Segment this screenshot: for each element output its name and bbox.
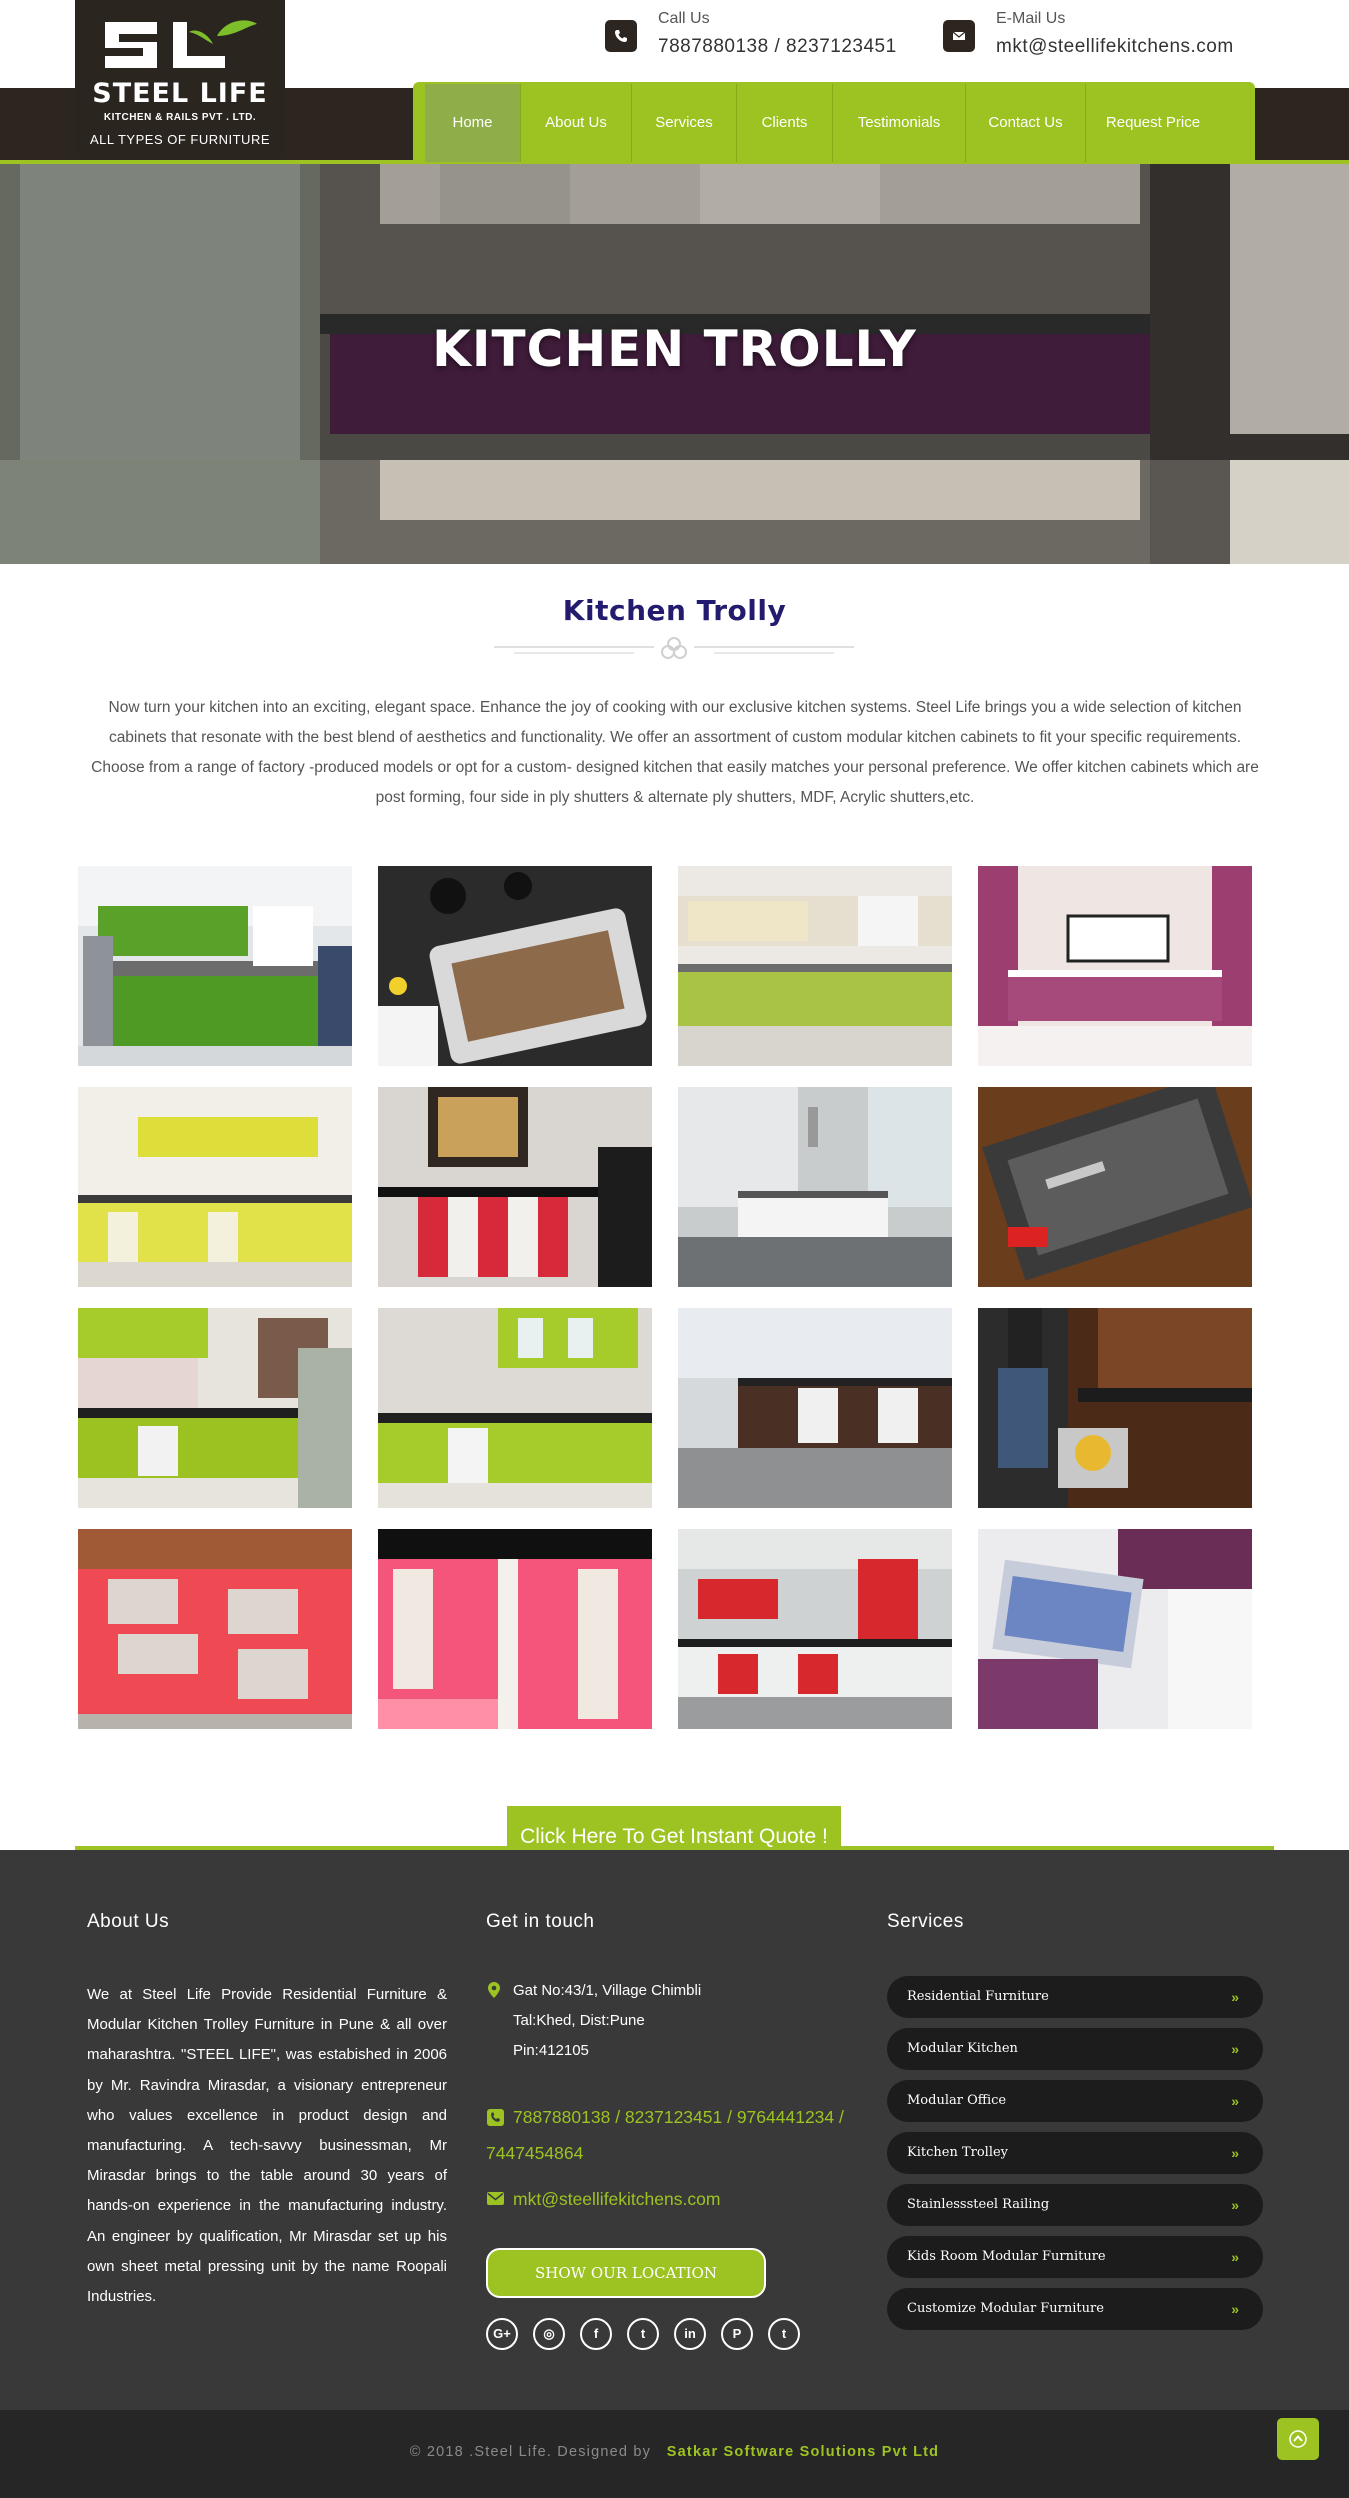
email-us-label: E-Mail Us bbox=[996, 10, 1066, 27]
double-chevron-right-icon: » bbox=[1231, 2249, 1239, 2265]
hero-banner: KITCHEN TROLLY bbox=[0, 164, 1349, 564]
gallery-image[interactable] bbox=[378, 1529, 652, 1729]
nav-services[interactable]: Services bbox=[632, 84, 737, 162]
call-us-block: Call Us 7887880138 / 8237123451 bbox=[605, 8, 935, 64]
logo-subtitle: KITCHEN & RAILS PVT . LTD. bbox=[103, 112, 257, 123]
service-link-kitchen-trolley[interactable]: Kitchen Trolley » bbox=[887, 2132, 1263, 2174]
footer-about-title: About Us bbox=[87, 1911, 170, 1932]
double-chevron-right-icon: » bbox=[1231, 2093, 1239, 2109]
service-label: Customize Modular Furniture bbox=[907, 2301, 1104, 2316]
gallery-image[interactable] bbox=[678, 1529, 952, 1729]
gallery-image[interactable] bbox=[978, 1529, 1252, 1729]
address-line-3: Pin:412105 bbox=[513, 2042, 589, 2059]
service-label: Residential Furniture bbox=[907, 1989, 1049, 2004]
footer-phone-numbers-line1[interactable]: 7887880138 / 8237123451 / 9764441234 / bbox=[513, 2099, 844, 2135]
double-chevron-right-icon: » bbox=[1231, 2301, 1239, 2317]
email-us-value[interactable]: mkt@steellifekitchens.com bbox=[996, 36, 1234, 58]
footer-email[interactable]: mkt@steellifekitchens.com bbox=[513, 2181, 720, 2217]
service-label: Modular Office bbox=[907, 2093, 1007, 2108]
designer-link[interactable]: Satkar Software Solutions Pvt Ltd bbox=[667, 2444, 939, 2460]
logo[interactable]: STEEL LIFE KITCHEN & RAILS PVT . LTD. AL… bbox=[75, 0, 285, 158]
service-label: Kitchen Trolley bbox=[907, 2145, 1009, 2160]
tumblr-icon[interactable]: t bbox=[768, 2318, 800, 2350]
service-link-kids-room-furniture[interactable]: Kids Room Modular Furniture » bbox=[887, 2236, 1263, 2278]
gallery-image[interactable] bbox=[678, 1087, 952, 1287]
nav-contact-us[interactable]: Contact Us bbox=[966, 84, 1086, 162]
copyright: © 2018 .Steel Life. Designed by Satkar S… bbox=[0, 2444, 1349, 2460]
twitter-icon[interactable]: t bbox=[627, 2318, 659, 2350]
nav-home[interactable]: Home bbox=[425, 84, 521, 162]
copyright-text: © 2018 .Steel Life. Designed by bbox=[409, 2444, 652, 2460]
address-line-1: Gat No:43/1, Village Chimbli bbox=[513, 1982, 702, 1999]
logo-mark-icon bbox=[105, 20, 257, 68]
page: STEEL LIFE KITCHEN & RAILS PVT . LTD. AL… bbox=[0, 0, 1349, 2498]
hero-title: KITCHEN TROLLY bbox=[432, 320, 917, 378]
nav-testimonials[interactable]: Testimonials bbox=[833, 84, 966, 162]
service-link-stainless-steel-railing[interactable]: Stainlesssteel Railing » bbox=[887, 2184, 1263, 2226]
footer-services-title: Services bbox=[887, 1911, 964, 1932]
envelope-icon bbox=[487, 2192, 504, 2205]
service-label: Stainlesssteel Railing bbox=[907, 2197, 1050, 2212]
map-marker-icon bbox=[488, 1982, 500, 1998]
instagram-icon[interactable]: ◎ bbox=[533, 2318, 565, 2350]
double-chevron-right-icon: » bbox=[1231, 2145, 1239, 2161]
gallery-image[interactable] bbox=[78, 1529, 352, 1729]
gallery-image[interactable] bbox=[978, 866, 1252, 1066]
gallery-image[interactable] bbox=[678, 866, 952, 1066]
nav-request-price[interactable]: Request Price bbox=[1086, 84, 1220, 162]
footer-contact-title: Get in touch bbox=[486, 1911, 595, 1932]
call-us-value[interactable]: 7887880138 / 8237123451 bbox=[658, 36, 897, 58]
section-title: Kitchen Trolly bbox=[562, 594, 787, 627]
service-label: Kids Room Modular Furniture bbox=[907, 2249, 1106, 2264]
service-link-customize-furniture[interactable]: Customize Modular Furniture » bbox=[887, 2288, 1263, 2330]
gallery-image[interactable] bbox=[378, 1308, 652, 1508]
footer-about-text: We at Steel Life Provide Residential Fur… bbox=[87, 1986, 447, 2306]
logo-name: STEEL LIFE bbox=[92, 78, 268, 109]
gallery-image[interactable] bbox=[378, 866, 652, 1066]
double-chevron-right-icon: » bbox=[1231, 2041, 1239, 2057]
main-nav: Home About Us Services Clients Testimoni… bbox=[413, 82, 1255, 162]
call-us-label: Call Us bbox=[658, 10, 710, 27]
phone-icon bbox=[605, 20, 637, 52]
arrow-up-icon bbox=[1289, 2430, 1307, 2448]
title-divider bbox=[494, 637, 854, 659]
service-link-modular-kitchen[interactable]: Modular Kitchen » bbox=[887, 2028, 1263, 2070]
nav-clients[interactable]: Clients bbox=[737, 84, 833, 162]
gallery-image[interactable] bbox=[378, 1087, 652, 1287]
double-chevron-right-icon: » bbox=[1231, 1989, 1239, 2005]
pinterest-icon[interactable]: P bbox=[721, 2318, 753, 2350]
service-label: Modular Kitchen bbox=[907, 2041, 1018, 2056]
phone-icon bbox=[487, 2109, 504, 2126]
scroll-to-top-button[interactable] bbox=[1277, 2418, 1319, 2460]
google-plus-icon[interactable]: G+ bbox=[486, 2318, 518, 2350]
facebook-icon[interactable]: f bbox=[580, 2318, 612, 2350]
gallery-image[interactable] bbox=[78, 866, 352, 1066]
gallery-image[interactable] bbox=[78, 1087, 352, 1287]
footer-phone-numbers-line2[interactable]: 7447454864 bbox=[486, 2135, 583, 2171]
service-link-residential-furniture[interactable]: Residential Furniture » bbox=[887, 1976, 1263, 2018]
nav-about-us[interactable]: About Us bbox=[521, 84, 632, 162]
address-line-2: Tal:Khed, Dist:Pune bbox=[513, 2012, 645, 2029]
double-chevron-right-icon: » bbox=[1231, 2197, 1239, 2213]
gallery-image[interactable] bbox=[678, 1308, 952, 1508]
envelope-icon bbox=[943, 20, 975, 52]
gallery-image[interactable] bbox=[78, 1308, 352, 1508]
section-intro: Now turn your kitchen into an exciting, … bbox=[91, 699, 1259, 806]
email-us-block: E-Mail Us mkt@steellifekitchens.com bbox=[943, 8, 1273, 64]
show-location-button[interactable]: SHOW OUR LOCATION bbox=[486, 2248, 766, 2298]
service-link-modular-office[interactable]: Modular Office » bbox=[887, 2080, 1263, 2122]
gallery-image[interactable] bbox=[978, 1308, 1252, 1508]
gallery-image[interactable] bbox=[978, 1087, 1252, 1287]
logo-tagline: ALL TYPES OF FURNITURE bbox=[89, 132, 271, 147]
linkedin-icon[interactable]: in bbox=[674, 2318, 706, 2350]
